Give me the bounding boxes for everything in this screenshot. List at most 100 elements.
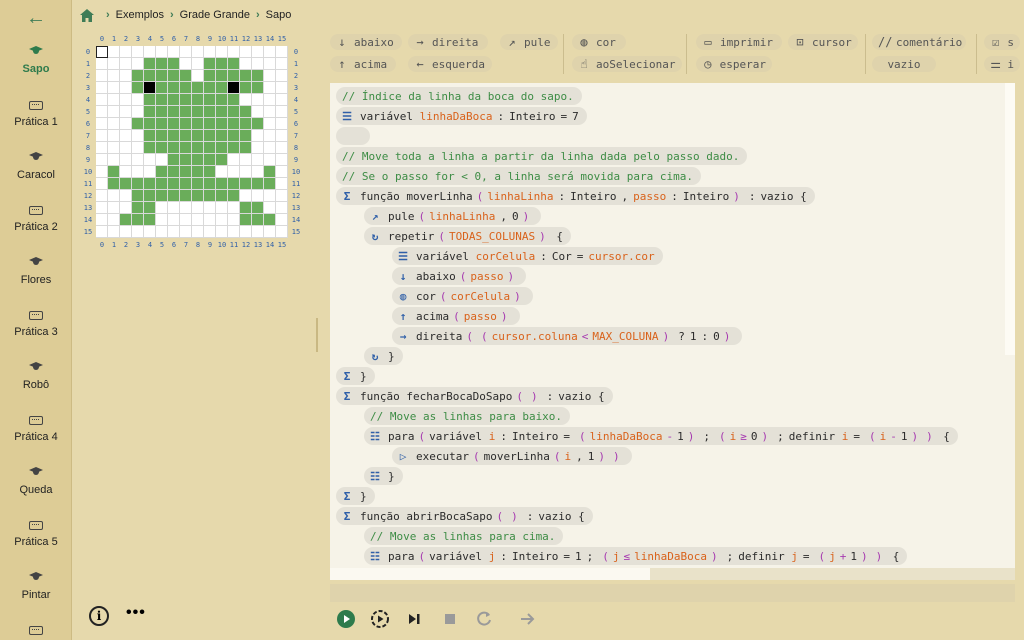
grid-cell[interactable] — [228, 46, 240, 58]
sidebar-item[interactable]: Robô — [0, 358, 72, 408]
grid-cell[interactable] — [96, 94, 108, 106]
grid-cell[interactable] — [252, 130, 264, 142]
grid-cell[interactable] — [108, 70, 120, 82]
grid-cell[interactable] — [216, 226, 228, 238]
grid-cell[interactable] — [252, 106, 264, 118]
sidebar-item[interactable]: Prática 3 — [0, 305, 72, 355]
panel-splitter[interactable] — [316, 318, 318, 352]
grid-cell[interactable] — [264, 142, 276, 154]
grid-cell[interactable] — [264, 202, 276, 214]
grid-cell[interactable] — [252, 46, 264, 58]
grid-cell[interactable] — [192, 190, 204, 202]
grid-cell[interactable] — [96, 118, 108, 130]
grid-cell[interactable] — [168, 166, 180, 178]
grid-cell[interactable] — [120, 214, 132, 226]
grid-cell[interactable] — [192, 70, 204, 82]
block-end[interactable]: Σ} — [336, 487, 375, 505]
grid-cell[interactable] — [276, 178, 288, 190]
grid-cell[interactable] — [96, 82, 108, 94]
back-arrow-icon[interactable]: ← — [24, 6, 48, 30]
grid-cell[interactable] — [168, 202, 180, 214]
code-line[interactable]: ☷ para (variável i : Inteiro = (linhaDaBoc… — [364, 427, 958, 445]
grid-cell[interactable] — [120, 106, 132, 118]
grid-cell[interactable] — [96, 166, 108, 178]
grid-cell[interactable] — [132, 142, 144, 154]
grid-cell[interactable] — [252, 202, 264, 214]
grid-cell[interactable] — [228, 178, 240, 190]
grid-cell[interactable] — [156, 202, 168, 214]
grid-cell[interactable] — [228, 70, 240, 82]
grid-cell[interactable] — [240, 46, 252, 58]
grid-cell[interactable] — [228, 166, 240, 178]
code-line[interactable]: // Move toda a linha a partir da linha d… — [336, 147, 748, 165]
grid-cell[interactable] — [228, 130, 240, 142]
grid-cell[interactable] — [204, 226, 216, 238]
grid-cell[interactable] — [276, 46, 288, 58]
grid-cell[interactable] — [168, 106, 180, 118]
grid-cell[interactable] — [120, 166, 132, 178]
code-line[interactable]: ↓ abaixo (passo) — [392, 267, 527, 285]
grid-cell[interactable] — [192, 166, 204, 178]
grid-cell[interactable] — [132, 118, 144, 130]
grid-cell[interactable] — [120, 178, 132, 190]
grid-cell[interactable] — [240, 202, 252, 214]
grid-cell[interactable] — [132, 226, 144, 238]
grid-cell[interactable] — [120, 190, 132, 202]
grid-cell[interactable] — [192, 82, 204, 94]
grid-cell[interactable] — [168, 142, 180, 154]
grid-cell[interactable] — [156, 166, 168, 178]
block-end[interactable]: ☷} — [364, 467, 403, 485]
grid-cell[interactable] — [120, 154, 132, 166]
grid-cell[interactable] — [264, 166, 276, 178]
grid-cell[interactable] — [168, 58, 180, 70]
palette-block-aoSelecionar[interactable]: ☝ aoSelecionar — [572, 56, 682, 72]
grid-cell[interactable] — [120, 82, 132, 94]
grid-cell[interactable] — [252, 58, 264, 70]
code-line[interactable]: ↑ acima (passo) — [392, 307, 520, 325]
code-line[interactable]: ▷ executar (moverLinha (i, 1)) — [392, 447, 632, 465]
grid-cell[interactable] — [168, 46, 180, 58]
grid-cell[interactable] — [108, 154, 120, 166]
function-header[interactable]: Σ função fecharBocaDoSapo (): vazio { — [336, 387, 613, 405]
grid-cell[interactable] — [180, 166, 192, 178]
grid-cell[interactable] — [264, 70, 276, 82]
grid-cell[interactable] — [240, 58, 252, 70]
grid-cell[interactable] — [276, 70, 288, 82]
grid-cell[interactable] — [276, 142, 288, 154]
grid-cell[interactable] — [216, 166, 228, 178]
grid-cell[interactable] — [156, 190, 168, 202]
grid-cell[interactable] — [264, 58, 276, 70]
grid-cell[interactable] — [96, 214, 108, 226]
grid-cell[interactable] — [108, 118, 120, 130]
grid-cell[interactable] — [168, 154, 180, 166]
grid-cell[interactable] — [192, 58, 204, 70]
grid-cell[interactable] — [228, 106, 240, 118]
grid-cell[interactable] — [192, 226, 204, 238]
grid-cell[interactable] — [252, 154, 264, 166]
grid-cell[interactable] — [132, 214, 144, 226]
sidebar-item[interactable]: Pintar — [0, 568, 72, 618]
grid-cell[interactable] — [120, 226, 132, 238]
grid-cell[interactable] — [180, 226, 192, 238]
palette-block-comentário[interactable]: //comentário — [872, 34, 966, 50]
grid-cell[interactable] — [240, 226, 252, 238]
grid-cell[interactable] — [168, 130, 180, 142]
grid-cell[interactable] — [192, 142, 204, 154]
grid-cell[interactable] — [108, 226, 120, 238]
grid-cell[interactable] — [96, 178, 108, 190]
grid-cell[interactable] — [264, 190, 276, 202]
grid-cell[interactable] — [168, 82, 180, 94]
grid-cell[interactable] — [276, 94, 288, 106]
grid-cell[interactable] — [96, 58, 108, 70]
grid-cell[interactable] — [144, 118, 156, 130]
grid-cell[interactable] — [216, 190, 228, 202]
palette-block-i[interactable]: ⚌ i — [984, 56, 1020, 72]
palette-block-vazio[interactable]: vazio — [872, 56, 936, 72]
grid-cell[interactable] — [144, 178, 156, 190]
grid-cell[interactable] — [264, 154, 276, 166]
sidebar-item[interactable]: Prática 1 — [0, 95, 72, 145]
block-end[interactable]: Σ} — [336, 367, 375, 385]
grid-cell[interactable] — [276, 166, 288, 178]
grid-cell[interactable] — [180, 130, 192, 142]
grid-cell[interactable] — [108, 130, 120, 142]
